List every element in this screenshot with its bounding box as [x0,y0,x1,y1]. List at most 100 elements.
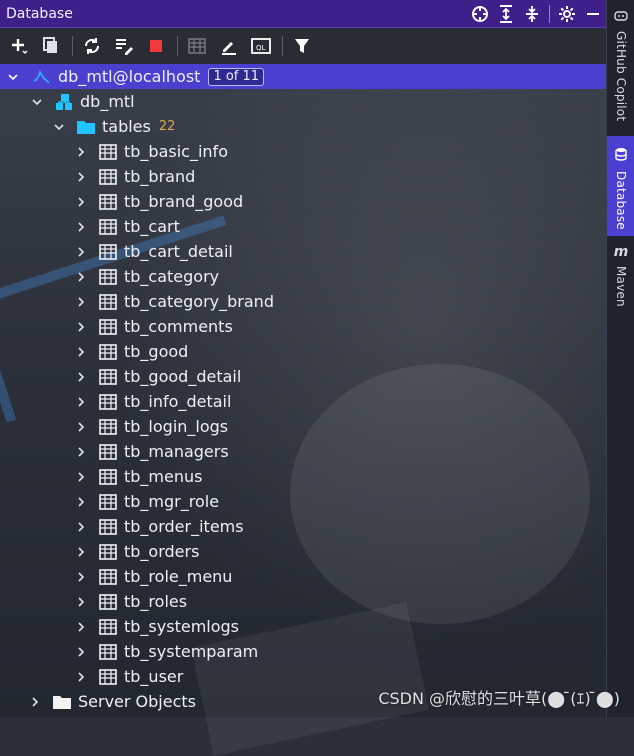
table-icon [98,568,118,586]
table-row[interactable]: tb_systemparam [0,639,606,664]
watermark-text: CSDN @欣慰的三叶草(⬤ ̄(ｴ) ̄⬤) [378,689,620,708]
table-row[interactable]: tb_order_items [0,514,606,539]
filter-icon[interactable] [287,31,317,61]
table-name: tb_order_items [124,517,244,536]
table-row[interactable]: tb_brand_good [0,189,606,214]
chevron-right-icon[interactable] [74,370,88,384]
tab-database[interactable]: Database [607,136,634,236]
table-icon [98,168,118,186]
schema-node-icon [54,93,74,111]
schema-icon[interactable] [109,31,139,61]
table-row[interactable]: tb_systemlogs [0,614,606,639]
database-tree: db_mtl@localhost 1 of 11 db_mtl tables 2… [0,64,606,714]
connection-label: db_mtl@localhost [58,67,201,86]
table-row[interactable]: tb_orders [0,539,606,564]
table-icon [98,543,118,561]
table-row[interactable]: tb_good_detail [0,364,606,389]
chevron-right-icon[interactable] [74,595,88,609]
mysql-dolphin-icon [32,68,52,86]
refresh-icon[interactable] [77,31,107,61]
chevron-down-icon[interactable] [30,95,44,109]
chevron-right-icon[interactable] [74,420,88,434]
table-row[interactable]: tb_menus [0,464,606,489]
chevron-down-icon[interactable] [6,70,20,84]
table-icon [98,243,118,261]
chevron-right-icon[interactable] [74,345,88,359]
chevron-right-icon[interactable] [74,395,88,409]
table-row[interactable]: tb_good [0,339,606,364]
table-icon [98,143,118,161]
collapse-all-icon[interactable] [519,1,545,27]
table-name: tb_mgr_role [124,492,220,511]
table-row[interactable]: tb_category_brand [0,289,606,314]
table-row[interactable]: tb_roles [0,589,606,614]
chevron-right-icon[interactable] [74,145,88,159]
chevron-right-icon[interactable] [74,445,88,459]
database-icon [615,146,627,165]
table-row[interactable]: tb_category [0,264,606,289]
table-row[interactable]: tb_managers [0,439,606,464]
gear-icon[interactable] [554,1,580,27]
expand-all-icon[interactable] [493,1,519,27]
table-name: tb_login_logs [124,417,229,436]
duplicate-icon[interactable] [36,31,66,61]
chevron-right-icon[interactable] [74,645,88,659]
folder-icon [52,693,72,711]
table-name: tb_menus [124,467,203,486]
panel-title: Database [6,5,73,22]
svg-text:QL: QL [256,44,266,52]
chevron-right-icon[interactable] [74,295,88,309]
chevron-right-icon[interactable] [74,470,88,484]
table-row[interactable]: tb_basic_info [0,139,606,164]
table-name: tb_brand_good [124,192,244,211]
table-name: tb_systemlogs [124,617,239,636]
tab-maven[interactable]: m Maven [607,244,634,324]
table-row[interactable]: tb_cart [0,214,606,239]
table-row[interactable]: tb_comments [0,314,606,339]
table-icon [98,218,118,236]
table-row[interactable]: tb_login_logs [0,414,606,439]
tree-node-schema[interactable]: db_mtl [0,89,606,114]
chevron-down-icon[interactable] [52,120,66,134]
server-objects-label: Server Objects [78,692,196,711]
table-row[interactable]: tb_mgr_role [0,489,606,514]
chevron-right-icon[interactable] [74,270,88,284]
tree-node-connection[interactable]: db_mtl@localhost 1 of 11 [0,64,606,89]
add-icon[interactable] [4,31,34,61]
chevron-right-icon[interactable] [74,195,88,209]
chevron-right-icon[interactable] [74,570,88,584]
stop-icon[interactable] [141,31,171,61]
tree-node-tables-folder[interactable]: tables 22 [0,114,606,139]
folder-icon [76,118,96,136]
table-icon [98,493,118,511]
edit-icon[interactable] [214,31,244,61]
table-icon [98,668,118,686]
chevron-right-icon[interactable] [74,670,88,684]
table-row[interactable]: tb_role_menu [0,564,606,589]
chevron-right-icon[interactable] [74,545,88,559]
chevron-right-icon[interactable] [74,220,88,234]
query-console-icon[interactable]: QL [246,31,276,61]
chevron-right-icon[interactable] [28,695,42,709]
table-icon [98,518,118,536]
connection-schema-badge[interactable]: 1 of 11 [208,67,265,86]
table-name: tb_user [124,667,184,686]
chevron-right-icon[interactable] [74,320,88,334]
table-row[interactable]: tb_cart_detail [0,239,606,264]
chevron-right-icon[interactable] [74,620,88,634]
chevron-right-icon[interactable] [74,170,88,184]
table-name: tb_good_detail [124,367,242,386]
minimize-icon[interactable] [580,1,606,27]
tab-github-copilot[interactable]: GitHub Copilot [607,6,634,126]
table-row[interactable]: tb_info_detail [0,389,606,414]
table-icon [98,318,118,336]
chevron-right-icon[interactable] [74,245,88,259]
copilot-icon [614,6,628,25]
table-row[interactable]: tb_brand [0,164,606,189]
table-icon [98,468,118,486]
target-icon[interactable] [467,1,493,27]
chevron-right-icon[interactable] [74,495,88,509]
table-icon[interactable] [182,31,212,61]
table-name: tb_roles [124,592,188,611]
chevron-right-icon[interactable] [74,520,88,534]
